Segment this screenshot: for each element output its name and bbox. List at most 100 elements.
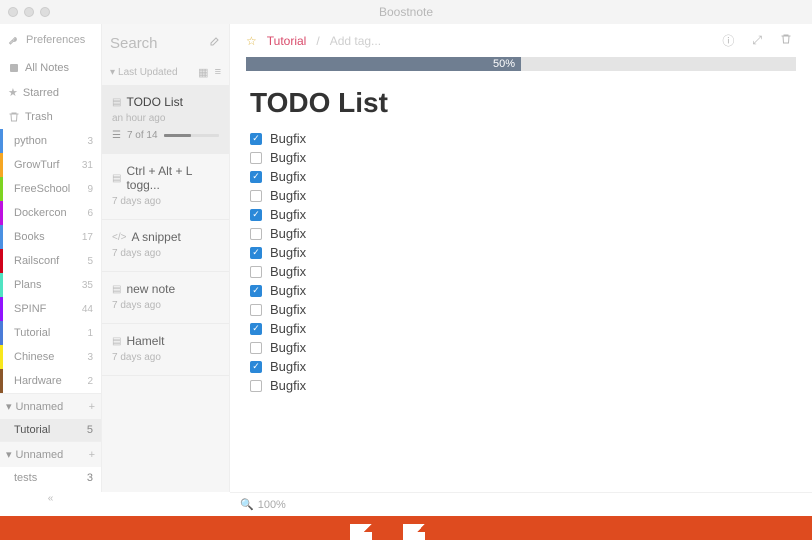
todo-item: ✓ Bugfix [250,205,792,224]
tag-label: Dockercon [14,207,67,219]
breadcrumb-folder[interactable]: Tutorial [267,34,307,48]
todo-item: Bugfix [250,262,792,281]
todo-label[interactable]: Bugfix [270,150,306,165]
group-header[interactable]: ▾Unnamed+ [0,393,101,419]
note-item[interactable]: ▤TODO Listan hour ago☰7 of 14 [102,85,229,154]
todo-label[interactable]: Bugfix [270,131,306,146]
tag-label: Chinese [14,351,54,363]
tag-python[interactable]: python3 [0,129,101,153]
new-note-button[interactable] [209,34,221,52]
todo-label[interactable]: Bugfix [270,283,306,298]
todo-label[interactable]: Bugfix [270,245,306,260]
todo-label[interactable]: Bugfix [270,378,306,393]
todo-label[interactable]: Bugfix [270,169,306,184]
add-folder-button[interactable]: + [89,401,95,413]
tag-label: Books [14,231,45,243]
trash-button[interactable]: Trash [0,105,101,129]
dock-file[interactable]: Hamlet.mda.md [329,524,393,540]
tag-plans[interactable]: Plans35 [0,273,101,297]
todo-checkbox[interactable] [250,152,262,164]
todo-item: Bugfix [250,224,792,243]
tag-label: GrowTurf [14,159,59,171]
dock-file-2[interactable] [403,524,425,540]
todo-checkbox[interactable]: ✓ [250,209,262,221]
grid-view-button[interactable]: ▦ [198,66,208,79]
folder-tests[interactable]: tests3 [0,467,101,489]
tag-chinese[interactable]: Chinese 3 [0,345,101,369]
add-tag-button[interactable]: Add tag... [330,34,381,48]
folder-tutorial[interactable]: Tutorial5 [0,419,101,441]
list-view-button[interactable]: ≡ [215,66,221,79]
sort-button[interactable]: ▾ Last Updated [110,67,178,78]
todo-checkbox[interactable] [250,380,262,392]
todo-label[interactable]: Bugfix [270,321,306,336]
note-item[interactable]: </>A snippet7 days ago [102,220,229,272]
todo-checkbox[interactable]: ✓ [250,247,262,259]
note-item[interactable]: ▤ Ctrl + Alt + L togg... 7 days ago [102,154,229,220]
add-folder-button[interactable]: + [89,449,95,461]
star-toggle[interactable]: ☆ [246,34,257,48]
todo-checkbox[interactable] [250,266,262,278]
tag-label: Railsconf [14,255,59,267]
note-item-title: Ctrl + Alt + L togg... [126,164,219,192]
doc-icon: ▤ [112,173,121,184]
tag-hardware[interactable]: Hardware2 [0,369,101,393]
zoom-level[interactable]: 100% [258,499,286,511]
todo-label[interactable]: Bugfix [270,188,306,203]
todo-checkbox[interactable]: ✓ [250,323,262,335]
tag-freeschool[interactable]: FreeSchool9 [0,177,101,201]
note-item[interactable]: ▤new note7 days ago [102,272,229,324]
collapse-sidebar-button[interactable]: « [0,489,101,508]
todo-checkbox[interactable] [250,342,262,354]
starred-button[interactable]: ★ Starred [0,80,101,105]
note-title[interactable]: TODO List [250,87,792,119]
todo-label[interactable]: Bugfix [270,340,306,355]
todo-checkbox[interactable] [250,304,262,316]
tag-label: Plans [14,279,42,291]
group-header[interactable]: ▾Unnamed+ [0,441,101,467]
todo-item: Bugfix [250,300,792,319]
file-icon [350,524,372,540]
note-item[interactable]: ▤Hamelt7 days ago [102,324,229,376]
tag-label: python [14,135,47,147]
todo-label[interactable]: Bugfix [270,302,306,317]
note-item-title: Hamelt [126,334,164,348]
all-notes-button[interactable]: All Notes [0,56,101,80]
tag-spinf[interactable]: SPINF44 [0,297,101,321]
tag-dockercon[interactable]: Dockercon6 [0,201,101,225]
todo-item: Bugfix [250,148,792,167]
trash-icon [8,111,20,123]
folder-label: Tutorial [14,424,50,436]
note-item-time: 7 days ago [112,196,219,207]
todo-checkbox[interactable]: ✓ [250,361,262,373]
todo-checkbox[interactable]: ✓ [250,285,262,297]
preferences-button[interactable]: Preferences [0,24,101,56]
progress-label: 50% [493,58,515,70]
tag-railsconf[interactable]: Railsconf 5 [0,249,101,273]
todo-label[interactable]: Bugfix [270,226,306,241]
tag-label: Tutorial [14,327,50,339]
todo-label[interactable]: Bugfix [270,359,306,374]
search-input[interactable]: Search [110,35,158,52]
todo-checkbox[interactable] [250,228,262,240]
tag-tutorial[interactable]: Tutorial 1 [0,321,101,345]
fullscreen-button[interactable]: ⤢ [748,33,766,48]
tag-growturf[interactable]: GrowTurf31 [0,153,101,177]
todo-checkbox[interactable] [250,190,262,202]
todo-checkbox[interactable]: ✓ [250,171,262,183]
delete-button[interactable] [776,33,796,48]
tag-count: 5 [87,256,93,267]
zoom-icon[interactable]: 🔍 [240,498,254,511]
todo-item: ✓ Bugfix [250,357,792,376]
info-button[interactable]: ⓘ [718,32,738,49]
todo-item: ✓ Bugfix [250,319,792,338]
window-titlebar: Boostnote [0,0,812,24]
tag-count: 3 [87,352,93,363]
todo-label[interactable]: Bugfix [270,207,306,222]
starred-label: Starred [23,87,59,99]
todo-checkbox[interactable]: ✓ [250,133,262,145]
todo-label[interactable]: Bugfix [270,264,306,279]
todo-item: ✓ Bugfix [250,129,792,148]
tag-count: 1 [87,328,93,339]
tag-books[interactable]: Books17 [0,225,101,249]
